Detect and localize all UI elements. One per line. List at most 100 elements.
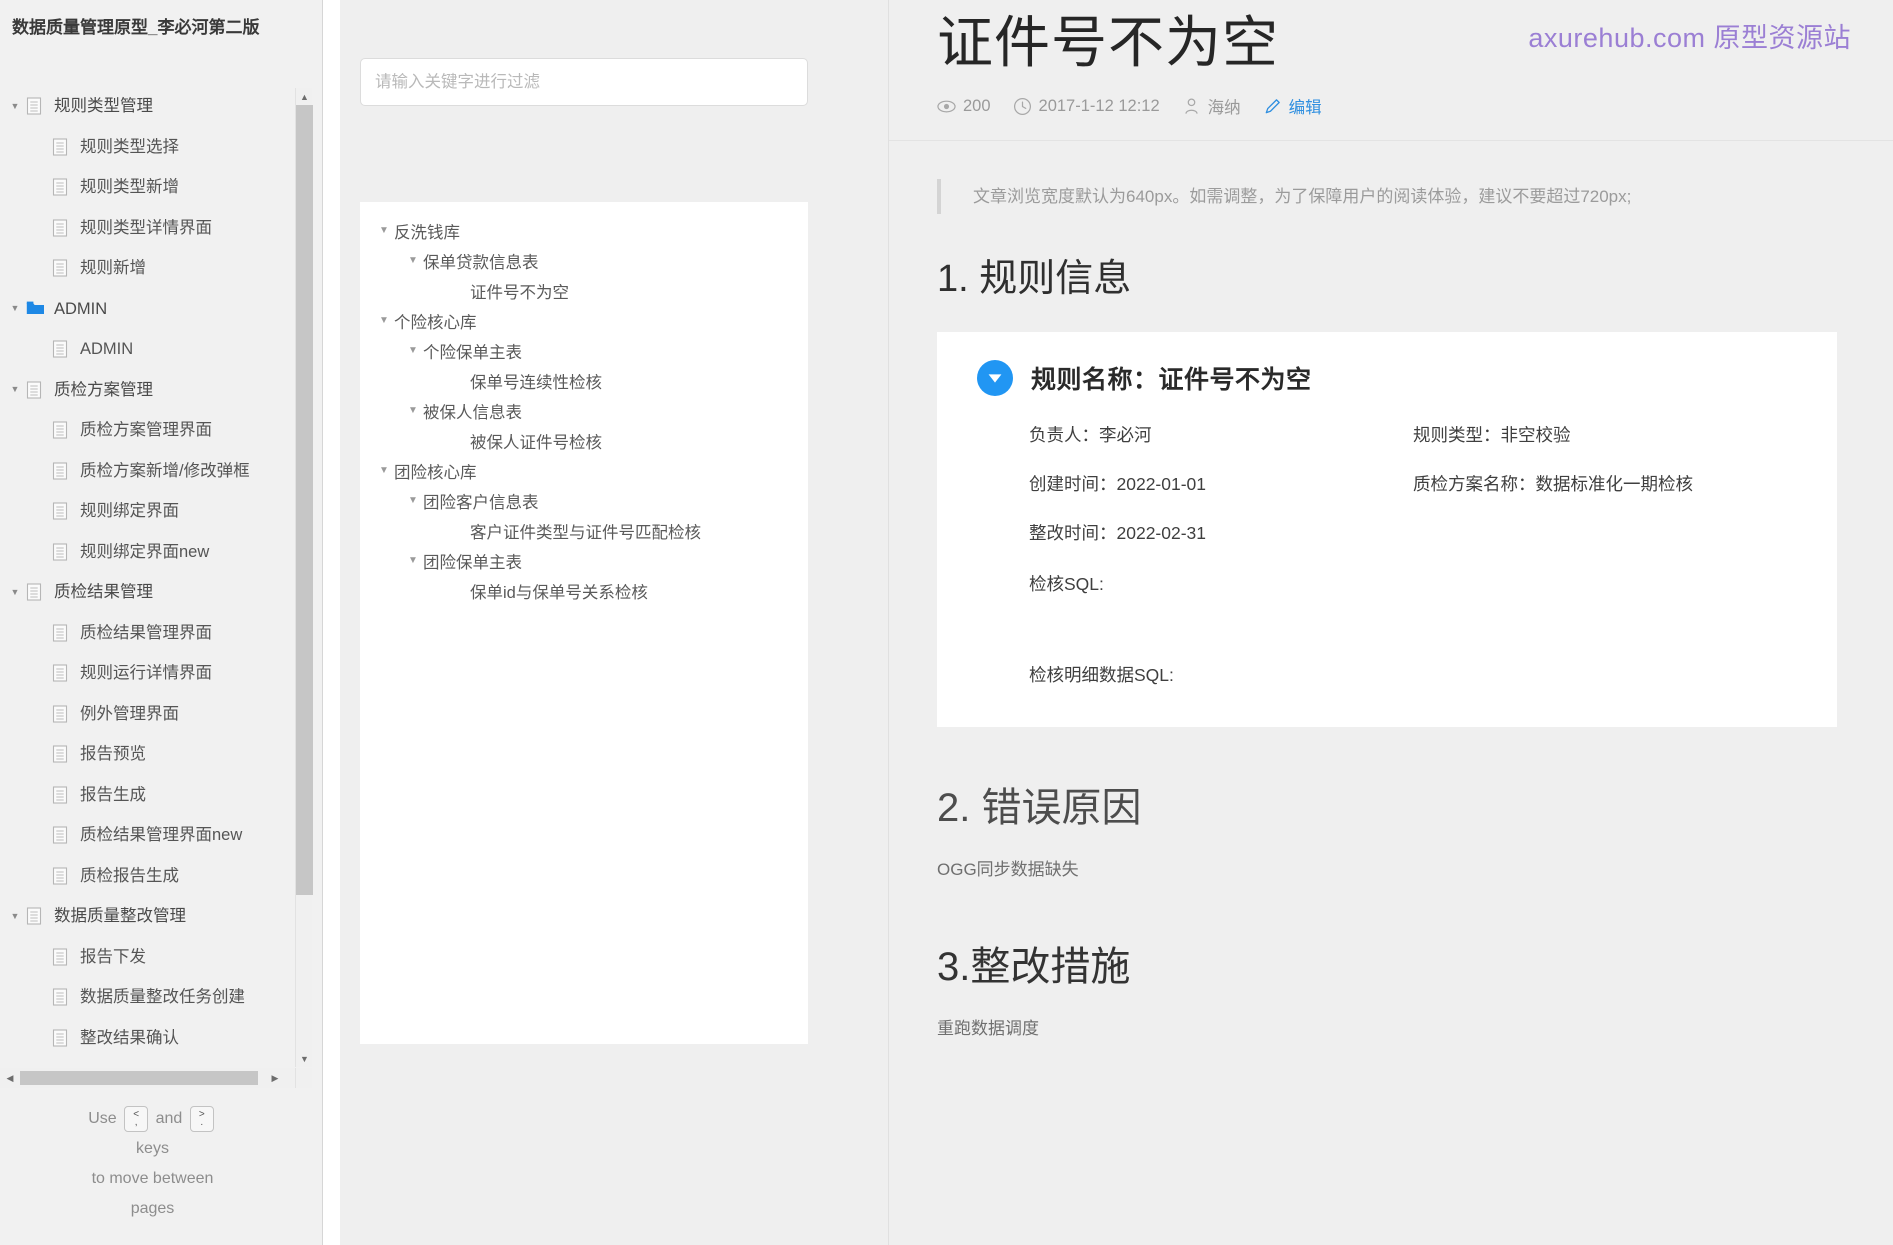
sidebar-item-6[interactable]: ▼ADMIN (0, 329, 323, 370)
view-count-label: 200 (963, 96, 991, 115)
sidebar-item-3[interactable]: ▼规则类型详情界面 (0, 208, 323, 249)
sidebar-item-0[interactable]: ▼ 规则类型管理 (0, 86, 323, 127)
chevron-down-icon[interactable]: ▼ (4, 101, 26, 111)
hint-line-2: keys (136, 1140, 169, 1157)
sidebar-item-23[interactable]: ▼整改结果确认 (0, 1018, 323, 1059)
rule-field-label: 创建时间： (1029, 473, 1117, 494)
chevron-down-icon[interactable]: ▼ (4, 911, 26, 921)
chevron-down-icon[interactable]: ▼ (403, 556, 423, 566)
rule-tree-item-5[interactable]: ▼保单号连续性检核 (360, 366, 808, 396)
rule-field-label: 规则类型： (1413, 424, 1501, 445)
sidebar-item-9[interactable]: ▼质检方案新增/修改弹框 (0, 451, 323, 492)
sidebar-item-20[interactable]: ▼ 数据质量整改管理 (0, 896, 323, 937)
rule-tree-item-0[interactable]: ▼ 反洗钱库 (360, 216, 808, 246)
sidebar-item-10[interactable]: ▼规则绑定界面 (0, 491, 323, 532)
hint-and-label: and (155, 1110, 183, 1127)
sidebar-item-11[interactable]: ▼规则绑定界面new (0, 532, 323, 573)
scroll-up-arrow-icon[interactable]: ▲ (296, 88, 313, 105)
sidebar-item-label: 报告预览 (80, 745, 146, 763)
rule-field-2: 创建时间：2022-01-01 (1029, 471, 1413, 496)
sidebar-item-5[interactable]: ▼ ADMIN (0, 289, 323, 330)
rule-field-label: 质检方案名称： (1413, 473, 1536, 494)
chevron-down-icon[interactable]: ▼ (374, 226, 394, 236)
page-icon (26, 97, 48, 115)
rule-tree-item-1[interactable]: ▼ 保单贷款信息表 (360, 246, 808, 276)
rule-tree-item-label: 被保人证件号检核 (470, 434, 602, 452)
chevron-down-icon[interactable]: ▼ (403, 496, 423, 506)
sidebar-item-17[interactable]: ▼报告生成 (0, 775, 323, 816)
detail-sql-row: 检核明细数据SQL: (977, 662, 1797, 687)
sidebar-item-19[interactable]: ▼质检报告生成 (0, 856, 323, 897)
page-icon (26, 583, 48, 601)
sidebar-item-label: 规则类型管理 (54, 97, 153, 115)
sidebar-item-15[interactable]: ▼例外管理界面 (0, 694, 323, 735)
page-icon (52, 502, 74, 520)
chevron-down-icon[interactable]: ▼ (403, 256, 423, 266)
scroll-down-arrow-icon[interactable]: ▼ (296, 1050, 313, 1067)
rule-tree-item-12[interactable]: ▼保单id与保单号关系检核 (360, 576, 808, 606)
hint-line-1: Use < , and > . (0, 1104, 305, 1134)
page-icon (52, 786, 74, 804)
rule-tree-item-11[interactable]: ▼ 团险保单主表 (360, 546, 808, 576)
document-meta: 200 2017-1-12 12:12 海纳 编辑 (937, 94, 1837, 118)
sidebar-item-8[interactable]: ▼质检方案管理界面 (0, 410, 323, 451)
rule-card-header: 规则名称：证件号不为空 (977, 359, 1797, 396)
sidebar-item-22[interactable]: ▼数据质量整改任务创建 (0, 977, 323, 1018)
sidebar-vertical-scrollbar[interactable]: ▲ ▼ (295, 88, 313, 1067)
scroll-left-arrow-icon[interactable]: ◀ (0, 1068, 20, 1088)
rule-field-value: 2022-01-01 (1116, 473, 1207, 494)
sidebar-item-label: 质检方案新增/修改弹框 (80, 461, 250, 480)
sidebar-item-7[interactable]: ▼ 质检方案管理 (0, 370, 323, 411)
next-key-bottom-glyph: . (200, 1116, 204, 1128)
rule-info-card: 规则名称：证件号不为空 负责人：李必河 规则类型：非空校验 创建时间：2022-01… (937, 331, 1837, 727)
author: 海纳 (1182, 94, 1241, 118)
page-icon (26, 381, 48, 399)
scroll-right-arrow-icon[interactable]: ▶ (265, 1068, 285, 1088)
chevron-down-icon[interactable]: ▼ (374, 466, 394, 476)
panel-divider (323, 0, 340, 1245)
rule-tree-item-9[interactable]: ▼ 团险客户信息表 (360, 486, 808, 516)
sidebar-item-label: 规则类型选择 (80, 137, 179, 156)
chevron-down-icon[interactable]: ▼ (4, 587, 26, 597)
rule-tree-item-4[interactable]: ▼ 个险保单主表 (360, 336, 808, 366)
page-icon (52, 462, 74, 480)
scrollbar-thumb[interactable] (296, 105, 313, 895)
chevron-down-icon[interactable]: ▼ (403, 346, 423, 356)
rule-field-value: 李必河 (1099, 424, 1152, 445)
sidebar-item-16[interactable]: ▼报告预览 (0, 734, 323, 775)
sidebar-item-label: 整改结果确认 (80, 1028, 179, 1047)
sidebar-item-13[interactable]: ▼质检结果管理界面 (0, 613, 323, 654)
chevron-down-icon[interactable]: ▼ (403, 406, 423, 416)
eye-icon (937, 97, 956, 116)
hint-use-label: Use (88, 1110, 117, 1127)
sidebar-item-2[interactable]: ▼规则类型新增 (0, 167, 323, 208)
filter-input[interactable] (360, 58, 808, 106)
rule-tree-item-2[interactable]: ▼证件号不为空 (360, 276, 808, 306)
sidebar-item-1[interactable]: ▼规则类型选择 (0, 127, 323, 168)
sidebar-item-label: 规则类型详情界面 (80, 218, 212, 237)
chevron-down-icon[interactable]: ▼ (374, 316, 394, 326)
rule-tree-item-6[interactable]: ▼ 被保人信息表 (360, 396, 808, 426)
rule-field-value: 数据标准化一期检核 (1535, 473, 1694, 494)
sidebar-item-12[interactable]: ▼ 质检结果管理 (0, 572, 323, 613)
horizontal-scrollbar-thumb[interactable] (20, 1071, 258, 1085)
edit-button[interactable]: 编辑 (1263, 94, 1322, 118)
sidebar-item-18[interactable]: ▼质检结果管理界面new (0, 815, 323, 856)
sidebar-item-4[interactable]: ▼规则新增 (0, 248, 323, 289)
check-sql-label: 检核SQL: (1029, 573, 1104, 594)
sidebar-item-label: 数据质量整改管理 (54, 907, 186, 925)
rule-tree-item-10[interactable]: ▼客户证件类型与证件号匹配检核 (360, 516, 808, 546)
chevron-down-icon[interactable]: ▼ (4, 304, 26, 313)
rule-tree-item-8[interactable]: ▼ 团险核心库 (360, 456, 808, 486)
sidebar-item-14[interactable]: ▼规则运行详情界面 (0, 653, 323, 694)
rule-name-label: 规则名称： (1031, 365, 1159, 394)
rule-tree-item-label: 保单号连续性检核 (470, 374, 602, 392)
rule-tree[interactable]: ▼反洗钱库▼保单贷款信息表▼证件号不为空▼个险核心库▼个险保单主表▼保单号连续性… (360, 202, 808, 1044)
sidebar-item-21[interactable]: ▼报告下发 (0, 937, 323, 978)
sidebar-horizontal-scrollbar[interactable]: ◀ ▶ (0, 1068, 305, 1088)
rule-tree-item-3[interactable]: ▼ 个险核心库 (360, 306, 808, 336)
hint-line-3: to move between (91, 1170, 214, 1187)
sidebar-page-tree[interactable]: ▼规则类型管理▼规则类型选择▼规则类型新增▼规则类型详情界面▼规则新增▼ADMI… (0, 86, 323, 1067)
rule-tree-item-7[interactable]: ▼被保人证件号检核 (360, 426, 808, 456)
chevron-down-icon[interactable]: ▼ (4, 385, 26, 394)
